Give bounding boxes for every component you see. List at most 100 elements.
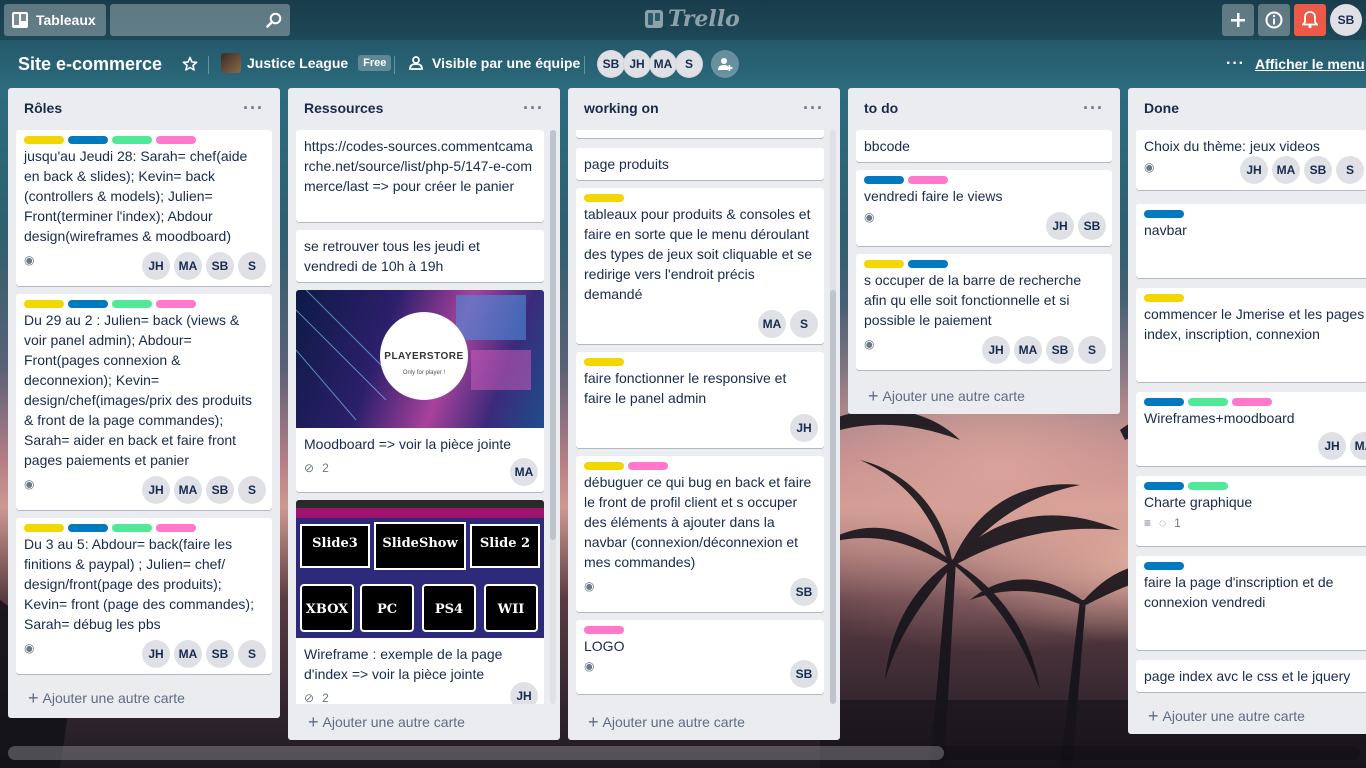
card[interactable]: faire fonctionner le responsive et faire… <box>576 352 824 448</box>
invite-button[interactable] <box>711 50 739 78</box>
member-avatar[interactable]: JH <box>1240 156 1268 184</box>
list-title[interactable]: Ressources <box>304 100 383 116</box>
card-partial[interactable] <box>576 130 824 138</box>
member-avatar[interactable]: JH <box>142 252 170 280</box>
list-header[interactable]: Done <box>1128 88 1366 128</box>
list-header[interactable]: to do ··· <box>848 88 1120 128</box>
card[interactable]: Du 3 au 5: Abdour= back(faire les finiti… <box>16 518 272 674</box>
member-avatar[interactable]: S <box>1336 156 1364 184</box>
add-card-button[interactable]: + Ajouter une autre carte <box>1136 702 1366 730</box>
team-button[interactable]: Justice League Free <box>221 53 392 73</box>
member-avatar[interactable]: SB <box>206 476 234 504</box>
card[interactable]: jusqu'au Jeudi 28: Sarah= chef(aide en b… <box>16 130 272 286</box>
card-members: JH MA SB S <box>982 336 1106 364</box>
user-avatar[interactable]: SB <box>1330 4 1362 36</box>
card[interactable]: débuguer ce qui bug en back et faire le … <box>576 456 824 612</box>
card[interactable]: commencer le Jmerise et les pages index,… <box>1136 288 1366 382</box>
card[interactable]: navbar S <box>1136 204 1366 278</box>
member-avatar[interactable]: S <box>675 50 703 78</box>
list-header[interactable]: working on ··· <box>568 88 840 128</box>
list-scrollbar-thumb[interactable] <box>830 290 836 704</box>
list-scrollbar-thumb[interactable] <box>550 130 556 540</box>
trello-logo[interactable]: Trello <box>645 6 740 32</box>
list-header[interactable]: Rôles ··· <box>8 88 280 128</box>
card[interactable]: tableaux pour produits & consoles et fai… <box>576 188 824 344</box>
board-scrollbar-thumb[interactable] <box>8 746 944 760</box>
list-header[interactable]: Ressources ··· <box>288 88 560 128</box>
board-horizontal-scrollbar[interactable] <box>8 746 1360 760</box>
card[interactable]: page index avc le css et le jquery <box>1136 660 1366 692</box>
member-avatar[interactable]: MA <box>758 310 786 338</box>
member-avatar[interactable]: JH <box>1046 212 1074 240</box>
card[interactable]: Slide3 SlideShow Slide 2 XBOX PC PS4 WII… <box>296 500 544 704</box>
list-menu-icon[interactable]: ··· <box>803 99 824 117</box>
cover-btn-3: PS4 <box>422 584 476 632</box>
member-avatar[interactable]: JH <box>142 476 170 504</box>
card[interactable]: page produits <box>576 148 824 180</box>
show-menu-button[interactable]: ··· Afficher le menu <box>1226 55 1365 73</box>
list-title[interactable]: Rôles <box>24 100 62 116</box>
member-avatar[interactable]: SB <box>1304 156 1332 184</box>
card[interactable]: LOGO ◉ SB <box>576 620 824 694</box>
list-title[interactable]: working on <box>584 100 659 116</box>
member-avatar[interactable]: S <box>238 476 266 504</box>
card[interactable]: Choix du thème: jeux videos ◉ JH MA SB S <box>1136 130 1366 190</box>
member-avatar[interactable]: JH <box>1318 432 1346 460</box>
add-card-button[interactable]: + Ajouter une autre carte <box>296 708 552 736</box>
card[interactable]: Wireframes+moodboard JH MA <box>1136 392 1366 466</box>
member-avatar[interactable]: S <box>238 640 266 668</box>
member-avatar[interactable]: MA <box>1272 156 1300 184</box>
member-avatar[interactable]: SB <box>790 660 818 688</box>
member-avatar[interactable]: MA <box>1014 336 1042 364</box>
member-avatar[interactable]: SB <box>206 252 234 280</box>
member-avatar[interactable]: SB <box>1046 336 1074 364</box>
card[interactable]: PLAYERSTORE Only for player ! Moodboard … <box>296 290 544 492</box>
board-title[interactable]: Site e-commerce <box>18 54 162 75</box>
search-box[interactable] <box>110 4 290 36</box>
star-icon[interactable] <box>182 56 198 72</box>
member-avatar[interactable]: MA <box>174 640 202 668</box>
member-avatar[interactable]: JH <box>510 682 538 704</box>
member-avatar[interactable]: S <box>1078 336 1106 364</box>
card[interactable]: https://codes-sources.commentcamarche.ne… <box>296 130 544 222</box>
card[interactable]: faire la page d'inscription et de connex… <box>1136 556 1366 650</box>
search-icon[interactable] <box>266 12 282 28</box>
card[interactable]: Charte graphique ≡ ◌ 1 <box>1136 476 1366 546</box>
info-button[interactable] <box>1258 4 1290 36</box>
add-card-button[interactable]: + Ajouter une autre carte <box>16 684 272 712</box>
list-title[interactable]: to do <box>864 100 898 116</box>
list-scrollbar[interactable] <box>830 130 836 704</box>
member-avatar[interactable]: MA <box>174 476 202 504</box>
member-avatar[interactable]: SB <box>1078 212 1106 240</box>
notifications-button[interactable] <box>1294 4 1326 36</box>
add-card-button[interactable]: + Ajouter une autre carte <box>576 708 832 736</box>
boards-button[interactable]: Tableaux <box>4 4 106 36</box>
member-avatar[interactable]: MA <box>510 458 538 486</box>
member-avatar[interactable]: MA <box>1350 432 1366 460</box>
card[interactable]: Du 29 au 2 : Julien= back (views & voir … <box>16 294 272 510</box>
member-avatar[interactable]: S <box>790 310 818 338</box>
member-avatar[interactable]: JH <box>790 414 818 442</box>
list-menu-icon[interactable]: ··· <box>1083 99 1104 117</box>
visibility-button[interactable]: Visible par une équipe <box>408 55 580 71</box>
list-title[interactable]: Done <box>1144 100 1179 116</box>
list-scrollbar[interactable] <box>550 130 556 704</box>
member-avatar[interactable]: JH <box>142 640 170 668</box>
member-avatar[interactable]: JH <box>982 336 1010 364</box>
list-menu-icon[interactable]: ··· <box>243 99 264 117</box>
card[interactable]: s occuper de la barre de recherche afin … <box>856 254 1112 370</box>
member-avatar[interactable]: SB <box>790 578 818 606</box>
add-card-button[interactable]: + Ajouter une autre carte <box>856 382 1112 410</box>
search-input[interactable] <box>110 4 290 36</box>
member-avatar[interactable]: MA <box>174 252 202 280</box>
card[interactable]: vendredi faire le views ◉ JH SB <box>856 170 1112 246</box>
member-avatar[interactable]: SB <box>597 50 625 78</box>
member-avatar[interactable]: SB <box>206 640 234 668</box>
member-avatar[interactable]: JH <box>623 50 651 78</box>
member-avatar[interactable]: MA <box>649 50 677 78</box>
member-avatar[interactable]: S <box>238 252 266 280</box>
create-button[interactable] <box>1222 4 1254 36</box>
card[interactable]: se retrouver tous les jeudi et vendredi … <box>296 230 544 282</box>
card[interactable]: bbcode <box>856 130 1112 162</box>
list-menu-icon[interactable]: ··· <box>523 99 544 117</box>
